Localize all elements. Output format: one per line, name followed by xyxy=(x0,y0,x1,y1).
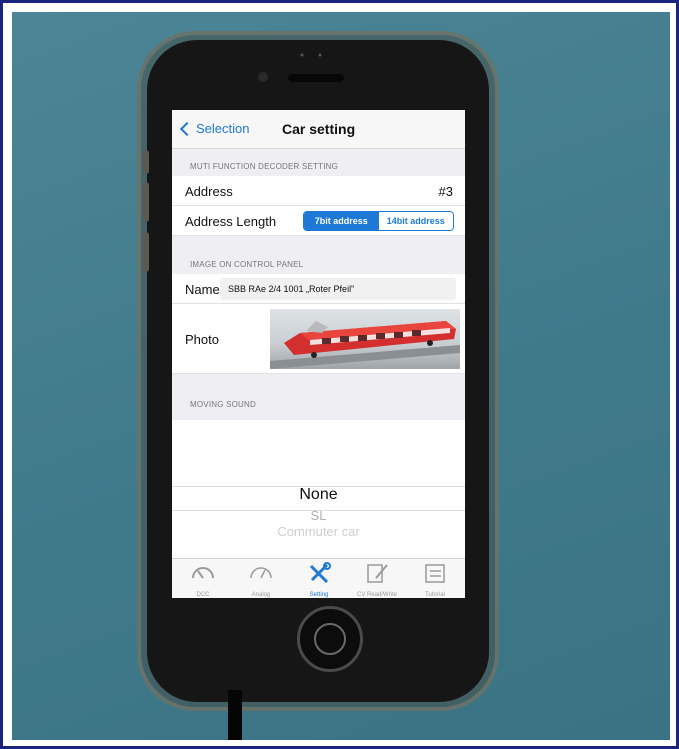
picker-item[interactable]: SL xyxy=(172,508,465,523)
volume-down-button xyxy=(143,232,149,272)
tab-tutorial[interactable]: Tutorial xyxy=(406,562,464,598)
app-screen: Selection Car setting MUTI FUNCTION DECO… xyxy=(172,110,465,598)
tab-bar: DCC Analog Setting CV Read/Write Tutoria… xyxy=(172,558,465,598)
address-label: Address xyxy=(185,184,233,199)
navigation-bar: Selection Car setting xyxy=(172,110,465,149)
tab-setting[interactable]: Setting xyxy=(290,562,348,598)
checklist-icon xyxy=(425,564,445,583)
name-label: Name xyxy=(185,282,220,297)
home-button-ring xyxy=(314,623,346,655)
tab-dcc[interactable]: DCC xyxy=(174,562,232,598)
moving-sound-picker[interactable]: None SL Commuter car xyxy=(172,420,465,572)
front-camera xyxy=(258,72,268,82)
dcc-gauge-icon xyxy=(192,567,214,579)
address-value: #3 xyxy=(438,184,453,199)
tab-label: Setting xyxy=(309,592,329,598)
address-length-label: Address Length xyxy=(185,214,277,229)
section-header-decoder: MUTI FUNCTION DECODER SETTING xyxy=(190,162,339,171)
pencil-note-icon xyxy=(367,564,388,583)
chevron-left-icon xyxy=(179,121,195,136)
section-header-sound: MOVING SOUND xyxy=(190,400,256,409)
analog-gauge-icon xyxy=(250,567,272,579)
address-length-row: Address Length 7bit address 14bit addres… xyxy=(172,206,465,236)
seg-7bit-address[interactable]: 7bit address xyxy=(304,212,379,230)
tab-label: Tutorial xyxy=(425,592,445,598)
train-image xyxy=(270,321,460,369)
wrench-screwdriver-icon xyxy=(309,562,331,584)
earpiece-speaker xyxy=(288,74,344,82)
proximity-sensor-dots xyxy=(300,53,322,57)
section-header-image: IMAGE ON CONTROL PANEL xyxy=(190,260,304,269)
home-button[interactable] xyxy=(297,606,363,672)
photo-label: Photo xyxy=(185,332,219,347)
name-input[interactable]: SBB RAe 2/4 1001 „Roter Pfeil" xyxy=(220,278,456,300)
charging-cable xyxy=(228,690,242,740)
tab-analog[interactable]: Analog xyxy=(232,562,290,598)
tab-cv-read-write[interactable]: CV Read/Write xyxy=(348,562,406,598)
photo-row[interactable]: Photo xyxy=(172,304,465,374)
tab-label: CV Read/Write xyxy=(357,592,397,598)
back-label: Selection xyxy=(196,121,250,136)
tab-label: Analog xyxy=(251,592,271,598)
address-length-segmented-control[interactable]: 7bit address 14bit address xyxy=(303,211,454,231)
mute-switch xyxy=(143,150,149,174)
volume-up-button xyxy=(143,182,149,222)
picker-item[interactable]: Commuter car xyxy=(172,524,465,539)
back-button[interactable]: Selection xyxy=(179,121,250,136)
train-photo[interactable] xyxy=(270,309,460,369)
address-row[interactable]: Address #3 xyxy=(172,176,465,206)
picker-item-selected[interactable]: None xyxy=(172,486,465,504)
page-title: Car setting xyxy=(282,121,356,137)
seg-14bit-address[interactable]: 14bit address xyxy=(378,212,453,230)
tab-label: DCC xyxy=(196,592,210,598)
name-row: Name SBB RAe 2/4 1001 „Roter Pfeil" xyxy=(172,274,465,304)
